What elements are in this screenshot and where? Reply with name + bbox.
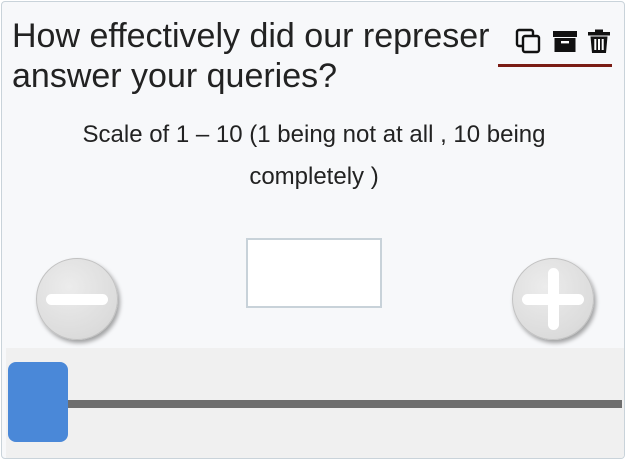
question-title: How effectively did our represer answer … [12,16,510,96]
slider[interactable] [6,348,624,458]
increment-button[interactable] [512,258,594,340]
question-toolbar [498,24,612,68]
minus-icon [46,294,108,305]
question-line-2: answer your queries? [12,57,338,95]
toolbar-underline [498,64,612,67]
value-input[interactable] [246,238,382,308]
archive-icon[interactable] [552,28,578,54]
decrement-button[interactable] [36,258,118,340]
slider-thumb[interactable] [8,362,68,442]
copy-icon[interactable] [515,28,541,54]
scale-description: Scale of 1 – 10 (1 being not at all , 10… [2,114,624,198]
plus-icon-vertical [548,268,559,330]
slider-track[interactable] [46,400,622,408]
trash-icon[interactable] [586,28,612,54]
scale-line-2: completely ) [249,163,379,190]
question-card: How effectively did our represer answer … [1,1,625,459]
scale-line-1: Scale of 1 – 10 (1 being not at all , 10… [82,121,546,148]
question-line-1: How effectively did our represer [12,17,490,55]
